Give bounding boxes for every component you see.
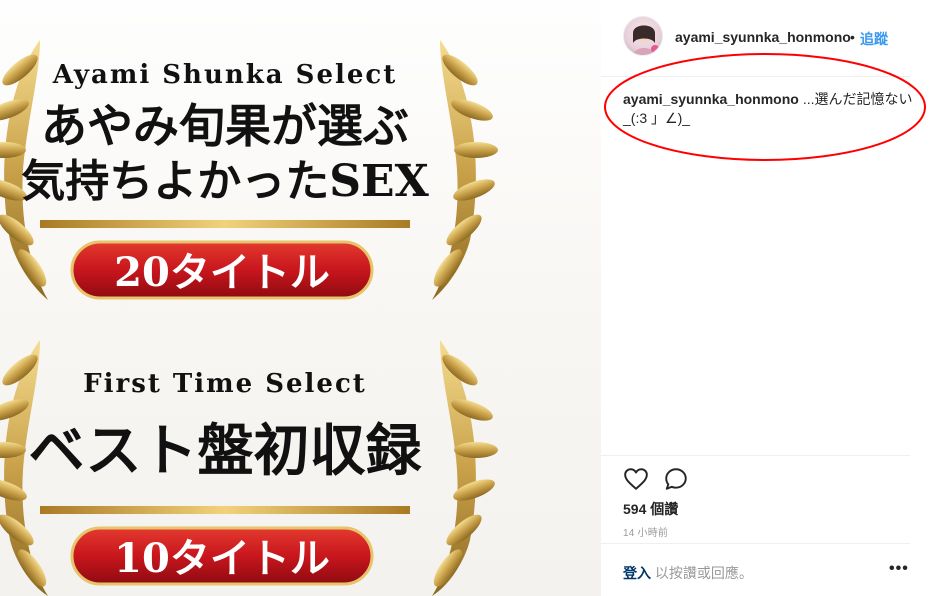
top-gold-bar [40, 220, 410, 228]
header-dot: • [850, 29, 855, 45]
top-badge-text: 20タイトル [114, 249, 330, 296]
follow-button[interactable]: 追蹤 [860, 29, 888, 49]
bottom-line-1: ベスト盤初収録 [28, 418, 422, 484]
header-username[interactable]: ayami_syunnka_honmono [675, 29, 851, 45]
divider [601, 543, 910, 544]
login-prompt-text: 以按讚或回應。 [654, 565, 753, 581]
timestamp[interactable]: 14 小時前 [623, 524, 668, 539]
like-count[interactable]: 594 個讚 [623, 499, 678, 519]
top-line-1: あやみ旬果が選ぶ [41, 99, 409, 153]
bottom-badge-text: 10タイトル [114, 535, 330, 582]
top-english-title: Ayami Shunka Select [52, 60, 398, 90]
promo-graphic: Ayami Shunka Select あやみ旬果が選ぶ 気持ちよかったSEX … [0, 40, 498, 596]
more-options-button[interactable]: ••• [889, 560, 909, 578]
laurel-right-top [432, 40, 498, 300]
bottom-gold-bar [40, 506, 410, 514]
divider [601, 455, 910, 456]
post-image[interactable]: Ayami Shunka Select あやみ旬果が選ぶ 気持ちよかったSEX … [0, 0, 601, 596]
bottom-english-title: First Time Select [83, 369, 367, 399]
post-side-panel: ayami_syunnka_honmono • 追蹤 ayami_syunnka… [601, 0, 930, 596]
comment-icon[interactable] [663, 466, 689, 492]
top-line-2: 気持ちよかったSEX [21, 156, 429, 207]
red-highlight-ellipse [604, 53, 926, 161]
heart-icon[interactable] [623, 466, 649, 492]
login-prompt: 登入 以按讚或回應。 [623, 563, 753, 583]
login-link[interactable]: 登入 [623, 565, 651, 581]
laurel-right-bottom [432, 340, 498, 596]
